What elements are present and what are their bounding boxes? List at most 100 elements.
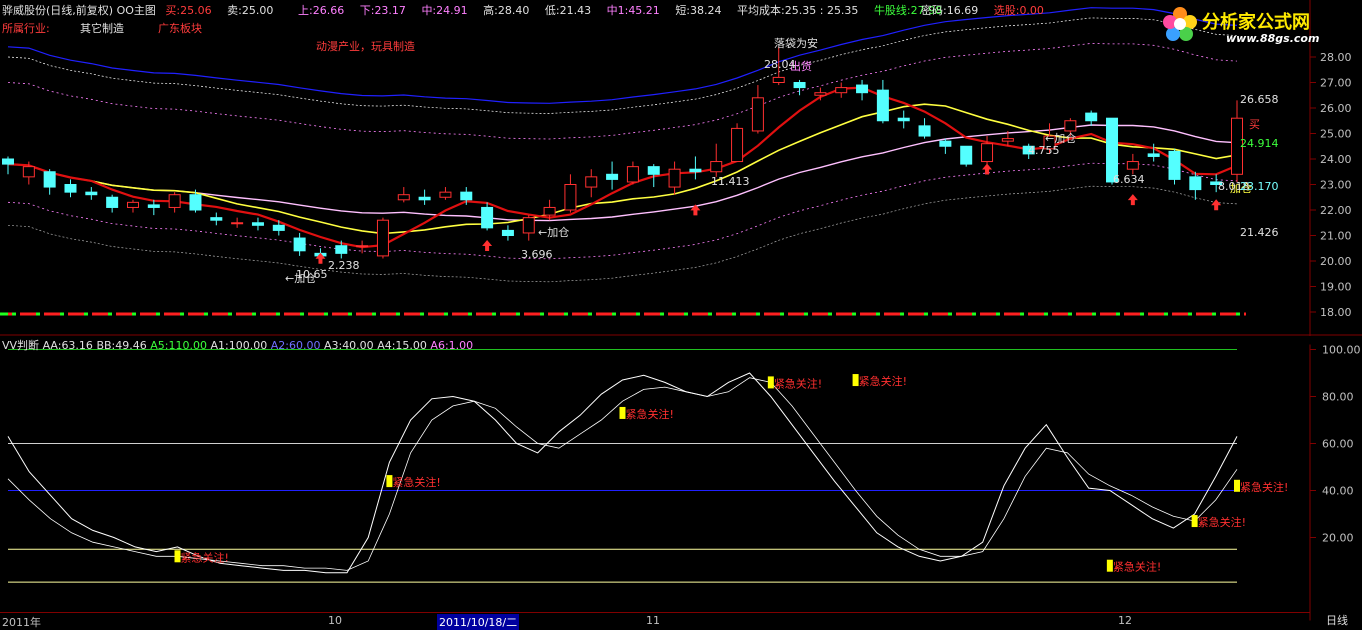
candle-body	[918, 125, 931, 137]
candle-body	[1001, 138, 1014, 142]
candle-body	[272, 224, 285, 231]
cycle-selector[interactable]: 日线	[1312, 612, 1362, 629]
candle-body	[564, 184, 577, 211]
price-label-9: 26.658	[1240, 93, 1279, 106]
alert-label: 紧急关注!	[626, 407, 674, 421]
alert-label: 紧急关注!	[181, 550, 229, 564]
price-tick-label: 26.00	[1320, 102, 1352, 115]
candle-body	[293, 237, 306, 252]
indicator-values: 上:26.66 下:23.17 中:24.91 高:28.40 低:21.43 …	[298, 2, 954, 18]
password-values: 密码:16.69 选股:0.00	[921, 2, 1056, 18]
sell-value: 25.00	[241, 4, 274, 17]
osc-tick-label: 80.00	[1322, 391, 1354, 404]
candle-body	[606, 173, 619, 180]
site-logo: 分析家公式网 www.88gs.com	[1160, 2, 1360, 46]
price-label-2: 2.238	[328, 259, 360, 272]
candle-body	[85, 191, 98, 196]
a5-value: 110.00	[168, 339, 207, 352]
mid-label: 中:	[421, 4, 437, 17]
candle-body	[647, 166, 660, 175]
buy-label: 买:	[165, 4, 181, 17]
down-label: 下:	[359, 4, 375, 17]
candle-body	[1147, 153, 1160, 157]
osc-title[interactable]: VV判断	[2, 339, 39, 352]
pwd-value: 16.69	[946, 4, 979, 17]
time-label-oct: 10	[328, 614, 342, 627]
price-chart[interactable]: 28.00 27.00 26.00 25.00 24.00 23.00 22.00 21.00…	[0, 0, 1362, 336]
price-tick-label: 19.00	[1320, 281, 1352, 294]
price-label-10: 24.914	[1240, 137, 1279, 150]
low-label: 低:	[544, 4, 560, 17]
high-label: 高:	[483, 4, 498, 17]
candle-body	[189, 194, 202, 211]
alert-label: 紧急关注!	[1198, 515, 1246, 529]
candle-body	[168, 194, 181, 208]
candle-body	[876, 89, 889, 122]
bb-value: 49.46	[115, 339, 147, 352]
low-value: 21.43	[559, 4, 592, 17]
alert-label: 紧急关注!	[392, 475, 440, 489]
alert-label: 紧急关注!	[859, 374, 907, 388]
header-bar: 骅威股份(日线,前复权) OO主图 买:25.06 卖:25.00	[2, 2, 285, 18]
candle-body	[751, 97, 764, 132]
candle-body	[689, 168, 702, 173]
logo-url: www.88gs.com	[1226, 32, 1320, 45]
buy-value: 25.06	[180, 4, 212, 17]
short-label: 短:	[675, 4, 691, 17]
price-tick-label: 27.00	[1320, 77, 1352, 90]
logo-text: 分析家公式网	[1202, 12, 1310, 33]
osc-series-aa	[7, 372, 1238, 574]
candle-body	[793, 82, 806, 89]
candle-body	[668, 168, 681, 188]
pwd-label: 密码:	[921, 4, 947, 17]
oscillator-chart[interactable]: 紧急关注! 紧急关注! 紧急关注! 紧急关注! 紧急关注! 紧急关注! 紧急关注! 紧急关注!…	[0, 336, 1362, 629]
a6-value: 1.00	[448, 339, 474, 352]
price-tick-label: 21.00	[1320, 230, 1352, 243]
candle-body	[814, 92, 827, 96]
osc-tick-label: 100.00	[1322, 344, 1361, 357]
candle-body	[1168, 150, 1181, 180]
candle-body	[939, 140, 952, 147]
down-value: 23.17	[374, 4, 406, 17]
candle-body	[856, 84, 869, 94]
candle-body	[22, 166, 35, 178]
candle-body	[772, 76, 785, 84]
candle-body	[481, 206, 494, 229]
jiacang-label-2: ←加仓	[538, 226, 570, 239]
mid-value: 24.91	[436, 4, 468, 17]
time-label-2011: 2011年	[2, 616, 41, 629]
price-label-6: 4.755	[1028, 144, 1060, 157]
candle-body	[335, 245, 348, 254]
price-tick-label: 22.00	[1320, 204, 1352, 217]
price-label-3: 3.696	[521, 248, 553, 261]
candle-body	[397, 194, 410, 201]
candle-body	[1189, 176, 1202, 191]
luodai-label: 落袋为安	[774, 37, 818, 50]
pick-label: 选股:	[993, 4, 1020, 17]
time-cursor-date[interactable]: 2011/10/18/二	[437, 614, 520, 630]
candle-body	[356, 245, 369, 248]
price-label-5: 28.04	[764, 58, 796, 71]
a6-label: A6:	[430, 339, 449, 352]
time-label-dec: 12	[1118, 614, 1132, 627]
a2-value: 60.00	[288, 339, 321, 352]
price-label-7: 6.634	[1113, 173, 1145, 186]
candle-body	[626, 166, 639, 183]
candle-body	[439, 191, 452, 198]
candle-body	[731, 127, 744, 163]
candle-body	[585, 176, 598, 188]
price-tick-label: 20.00	[1320, 255, 1352, 268]
stock-title[interactable]: 骅威股份(日线,前复权) OO主图	[2, 4, 156, 17]
price-label-12: 21.426	[1240, 226, 1279, 239]
candle-body	[501, 229, 514, 236]
osc-tick-label: 60.00	[1322, 438, 1354, 451]
a3-value: 40.00	[342, 339, 374, 352]
candle-body	[710, 161, 723, 173]
a3-label: A3:	[323, 339, 343, 352]
candle-body	[251, 222, 264, 226]
candle-body	[835, 87, 848, 94]
alert-label: 紧急关注!	[774, 376, 822, 390]
candle-body	[106, 196, 119, 208]
zhong1-value: 45.21	[628, 4, 660, 17]
osc-series-bb	[7, 377, 1238, 571]
